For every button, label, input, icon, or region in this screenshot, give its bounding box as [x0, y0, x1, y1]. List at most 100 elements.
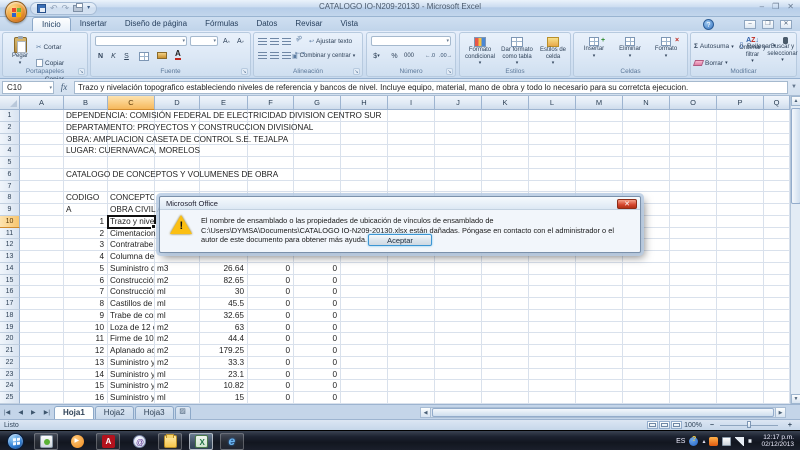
cell-I5[interactable]	[388, 157, 435, 169]
office-button[interactable]	[5, 1, 27, 23]
row-header-2[interactable]: 2	[0, 122, 20, 134]
cell-P25[interactable]	[717, 392, 764, 404]
cell-J20[interactable]	[435, 333, 482, 345]
cell-P20[interactable]	[717, 333, 764, 345]
cell-L1[interactable]	[529, 110, 576, 122]
cell-M14[interactable]	[576, 263, 623, 275]
cell-M2[interactable]	[576, 122, 623, 134]
cell-O24[interactable]	[670, 380, 717, 392]
cell-N5[interactable]	[623, 157, 670, 169]
cell-A2[interactable]	[20, 122, 64, 134]
column-header-Q[interactable]: Q	[764, 96, 790, 110]
cell-J3[interactable]	[435, 134, 482, 146]
cell-P4[interactable]	[717, 145, 764, 157]
cell-H22[interactable]	[341, 357, 388, 369]
ribbon-tab-revisar[interactable]: Revisar	[286, 17, 331, 31]
cell-A12[interactable]	[20, 239, 64, 251]
cell-H25[interactable]	[341, 392, 388, 404]
zoom-out-icon[interactable]: −	[710, 422, 714, 429]
cell-E4[interactable]	[200, 145, 248, 157]
row-header-17[interactable]: 17	[0, 298, 20, 310]
cell-styles-button[interactable]: Estilos de celda▾	[536, 35, 570, 67]
taskbar-app-excel[interactable]	[189, 433, 213, 450]
cell-L25[interactable]	[529, 392, 576, 404]
cell-H21[interactable]	[341, 345, 388, 357]
row-header-12[interactable]: 12	[0, 239, 20, 251]
cell-A23[interactable]	[20, 369, 64, 381]
cell-N17[interactable]	[623, 298, 670, 310]
row-header-15[interactable]: 15	[0, 275, 20, 287]
cell-O2[interactable]	[670, 122, 717, 134]
cell-G7[interactable]	[294, 181, 341, 193]
cell-K3[interactable]	[482, 134, 529, 146]
cell-P12[interactable]	[717, 239, 764, 251]
taskbar-app-media-player[interactable]	[65, 433, 89, 450]
cell-L2[interactable]	[529, 122, 576, 134]
cell-I23[interactable]	[388, 369, 435, 381]
cell-Q22[interactable]	[764, 357, 790, 369]
cell-L4[interactable]	[529, 145, 576, 157]
cell-H24[interactable]	[341, 380, 388, 392]
cell-F4[interactable]	[248, 145, 294, 157]
currency-format-button[interactable]: $▾	[371, 51, 382, 61]
increase-decimal-icon[interactable]: ←.0	[425, 52, 435, 61]
cell-I16[interactable]	[388, 286, 435, 298]
close-window-icon[interactable]: ✕	[787, 2, 794, 12]
clear-button[interactable]: Borrar▾	[694, 58, 728, 68]
cell-A9[interactable]	[20, 204, 64, 216]
row-header-8[interactable]: 8	[0, 192, 20, 204]
format-cells-button[interactable]: Formato▾	[649, 35, 683, 59]
cell-J22[interactable]	[435, 357, 482, 369]
cell-P21[interactable]	[717, 345, 764, 357]
workbook-restore-icon[interactable]: ❐	[762, 20, 774, 29]
horizontal-scrollbar[interactable]: ◀ ▶	[420, 407, 786, 418]
column-header-K[interactable]: K	[482, 96, 529, 110]
cell-H17[interactable]	[341, 298, 388, 310]
font-color-icon[interactable]: A	[175, 50, 181, 60]
cell-P19[interactable]	[717, 322, 764, 334]
cell-N14[interactable]	[623, 263, 670, 275]
cell-L5[interactable]	[529, 157, 576, 169]
cell-P15[interactable]	[717, 275, 764, 287]
insert-worksheet-tab[interactable]: ▨	[175, 406, 191, 419]
cell-I20[interactable]	[388, 333, 435, 345]
align-top-icon[interactable]	[258, 38, 267, 45]
cell-N16[interactable]	[623, 286, 670, 298]
cell-A13[interactable]	[20, 251, 64, 263]
cell-H14[interactable]	[341, 263, 388, 275]
align-left-icon[interactable]	[258, 52, 267, 59]
fill-color-icon[interactable]	[157, 52, 167, 59]
cell-Q7[interactable]	[764, 181, 790, 193]
ribbon-tab-datos[interactable]: Datos	[247, 17, 286, 31]
redo-button[interactable]: ↷	[62, 4, 70, 13]
cell-O4[interactable]	[670, 145, 717, 157]
cell-Q23[interactable]	[764, 369, 790, 381]
dialog-close-icon[interactable]: ✕	[617, 199, 637, 209]
taskbar-app-adobe-reader[interactable]	[96, 433, 120, 450]
cell-N6[interactable]	[623, 169, 670, 181]
cell-A1[interactable]	[20, 110, 64, 122]
number-dialog-launcher[interactable]: ↘	[446, 68, 453, 75]
cell-K25[interactable]	[482, 392, 529, 404]
cell-K2[interactable]	[482, 122, 529, 134]
cell-P2[interactable]	[717, 122, 764, 134]
cell-L7[interactable]	[529, 181, 576, 193]
align-middle-icon[interactable]	[270, 38, 279, 45]
cell-K18[interactable]	[482, 310, 529, 322]
cell-O23[interactable]	[670, 369, 717, 381]
cell-B7[interactable]	[64, 181, 108, 193]
column-header-L[interactable]: L	[529, 96, 576, 110]
cell-O15[interactable]	[670, 275, 717, 287]
cell-H3[interactable]	[341, 134, 388, 146]
ribbon-tab-formulas[interactable]: Fórmulas	[196, 17, 247, 31]
cell-M15[interactable]	[576, 275, 623, 287]
column-header-B[interactable]: B	[64, 96, 108, 110]
cell-K21[interactable]	[482, 345, 529, 357]
cell-P8[interactable]	[717, 192, 764, 204]
cell-K14[interactable]	[482, 263, 529, 275]
workbook-close-icon[interactable]: ✕	[780, 20, 792, 29]
cell-J15[interactable]	[435, 275, 482, 287]
cell-A10[interactable]	[20, 216, 64, 228]
font-dialog-launcher[interactable]: ↘	[241, 68, 248, 75]
insert-function-button[interactable]: fx	[54, 82, 74, 92]
